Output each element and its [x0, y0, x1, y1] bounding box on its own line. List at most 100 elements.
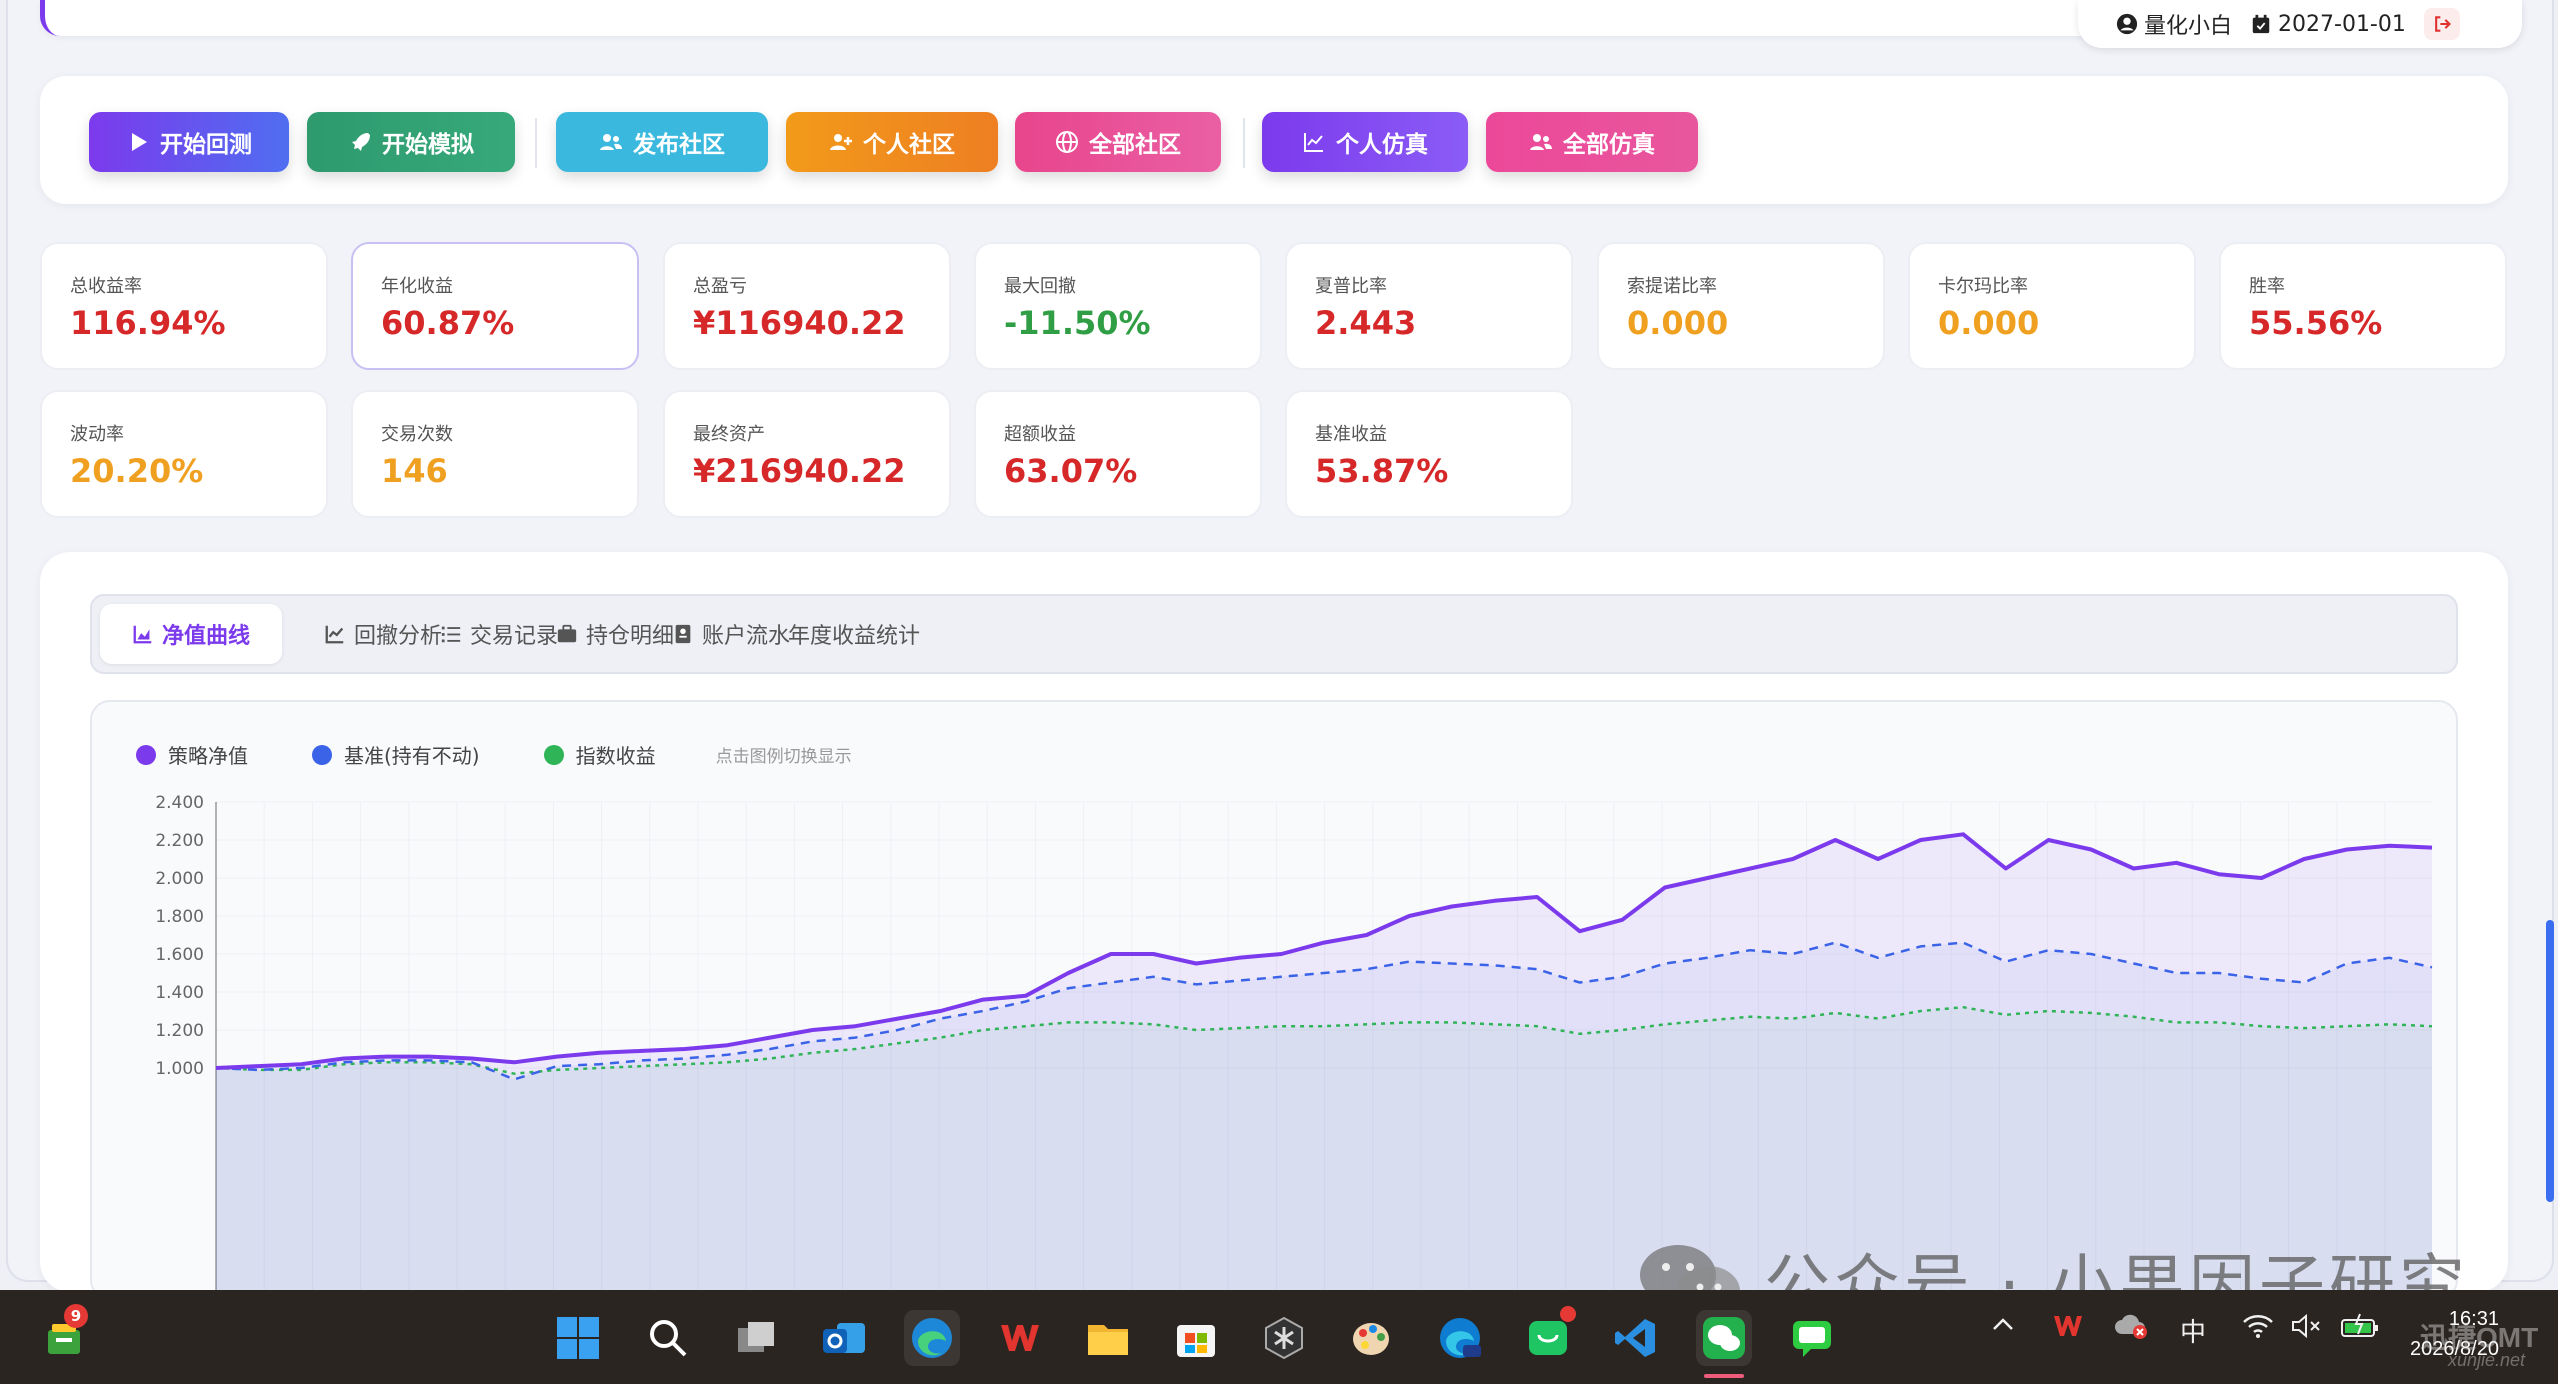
metric-value: 63.07% [1004, 452, 1138, 490]
volume-muted-icon[interactable] [2290, 1312, 2322, 1347]
y-tick-label: 1.400 [155, 983, 204, 1003]
tab-label: 净值曲线 [162, 624, 251, 649]
metric-label: 波动率 [70, 424, 124, 445]
equity-chart: 策略净值 基准(持有不动) 指数收益 点击图例切换显示 2.400 2.200 2.… [90, 700, 2458, 1300]
metric-total-return: 总收益率 116.94% [40, 242, 328, 370]
metric-volatility: 波动率 20.20% [40, 390, 328, 518]
ime-indicator[interactable]: 中 [2180, 1312, 2206, 1349]
metric-value: 146 [381, 452, 448, 490]
metric-value: 0.000 [1938, 304, 2040, 342]
header-strip [40, 0, 2160, 36]
calendar-icon [2252, 14, 2270, 34]
user-bar: 量化小白 2027-01-01 [2078, 0, 2522, 48]
metric-value: -11.50% [1004, 304, 1151, 342]
start-backtest-button[interactable]: 开始回测 [89, 112, 289, 172]
y-tick-label: 1.000 [155, 1059, 204, 1079]
list-icon [441, 626, 461, 643]
user-circle-icon [2116, 13, 2138, 35]
edge-browser-icon[interactable] [904, 1310, 960, 1366]
all-community-label: 全部社区 [1089, 132, 1181, 158]
logout-button[interactable] [2423, 8, 2460, 40]
metric-label: 最大回撤 [1004, 276, 1076, 297]
messages-icon[interactable] [1784, 1310, 1840, 1366]
metric-value: 2.443 [1315, 304, 1417, 342]
metric-sharpe: 夏普比率 2.443 [1285, 242, 1573, 370]
start-simulation-label: 开始模拟 [382, 132, 474, 158]
battery-icon[interactable] [2340, 1312, 2380, 1347]
chevron-up-icon[interactable] [1990, 1312, 2016, 1345]
personal-community-button[interactable]: 个人社区 [786, 112, 998, 172]
metric-label: 基准收益 [1315, 424, 1387, 445]
metric-label: 交易次数 [381, 424, 453, 445]
task-view-icon[interactable] [728, 1310, 784, 1366]
edge-ai-icon[interactable] [1432, 1310, 1488, 1366]
windows-start-icon[interactable] [550, 1310, 606, 1366]
line-chart-icon [325, 625, 344, 644]
user-info[interactable]: 量化小白 [2116, 8, 2232, 40]
metric-sortino: 索提诺比率 0.000 [1597, 242, 1885, 370]
current-date: 2027-01-01 [2278, 11, 2406, 37]
unity-icon[interactable] [1256, 1310, 1312, 1366]
area-chart-icon [133, 625, 152, 644]
metric-label: 夏普比率 [1315, 276, 1387, 297]
metric-label: 总收益率 [70, 276, 142, 297]
rocket-icon [352, 133, 370, 151]
username: 量化小白 [2144, 14, 2233, 39]
wps-office-icon[interactable] [992, 1310, 1048, 1366]
metric-trade-count: 交易次数 146 [351, 390, 639, 518]
notification-widget-icon[interactable]: 9 [36, 1304, 92, 1366]
metric-annual-return[interactable]: 年化收益 60.87% [351, 242, 639, 370]
taskbar: 9 中 16:31 2026/8/20 [0, 1290, 2558, 1384]
metric-label: 胜率 [2249, 276, 2285, 297]
metric-value: ¥116940.22 [693, 304, 906, 342]
y-tick-label: 2.400 [155, 793, 204, 813]
chart-line-icon [1304, 133, 1323, 152]
metric-label: 索提诺比率 [1627, 276, 1717, 297]
toolbar-divider [535, 118, 537, 168]
users-icon [1530, 134, 1552, 150]
start-simulation-button[interactable]: 开始模拟 [307, 112, 515, 172]
date-info: 2027-01-01 [2250, 12, 2406, 37]
chat-badge [1560, 1306, 1576, 1322]
tab-equity-curve[interactable]: 净值曲线 [100, 604, 283, 664]
result-tabs: 净值曲线 回撤分析 交易记录 持仓明细 账户流水 年度收益统计 [90, 594, 2458, 674]
y-tick-label: 1.800 [155, 907, 204, 927]
toolbar-divider [1243, 118, 1245, 168]
scrollbar-thumb[interactable] [2546, 920, 2554, 1202]
all-simulation-button[interactable]: 全部仿真 [1486, 112, 1698, 172]
results-panel: 净值曲线 回撤分析 交易记录 持仓明细 账户流水 年度收益统计 策略净值 基准(… [40, 552, 2508, 1300]
users-icon [600, 134, 622, 150]
wechat-taskbar-icon[interactable] [1696, 1310, 1752, 1378]
metric-max-drawdown: 最大回撤 -11.50% [974, 242, 1262, 370]
metric-benchmark-return: 基准收益 53.87% [1285, 390, 1573, 518]
paint-icon[interactable] [1344, 1310, 1400, 1366]
wps-tray-icon[interactable] [2052, 1312, 2084, 1347]
user-plus-icon [830, 134, 852, 150]
notification-badge: 9 [64, 1304, 88, 1328]
publish-community-button[interactable]: 发布社区 [556, 112, 768, 172]
cloud-sync-icon[interactable] [2114, 1312, 2148, 1347]
personal-simulation-button[interactable]: 个人仿真 [1262, 112, 1468, 172]
tab-annual-stats[interactable]: 年度收益统计 [756, 604, 952, 664]
metric-value: 0.000 [1627, 304, 1729, 342]
search-icon[interactable] [640, 1310, 696, 1366]
chat-app-icon[interactable] [1520, 1306, 1576, 1366]
briefcase-icon [557, 624, 577, 643]
metric-label: 年化收益 [381, 276, 453, 297]
metric-win-rate: 胜率 55.56% [2219, 242, 2507, 370]
publish-community-label: 发布社区 [633, 132, 725, 158]
metric-total-pnl: 总盈亏 ¥116940.22 [663, 242, 951, 370]
metric-value: 53.87% [1315, 452, 1449, 490]
wifi-icon[interactable] [2242, 1312, 2274, 1347]
chart-plot: 2.400 2.200 2.000 1.800 1.600 1.400 1.200 1.000 [155, 793, 2433, 1298]
metric-value: 60.87% [381, 304, 515, 342]
y-tick-label: 1.600 [155, 945, 204, 965]
vscode-icon[interactable] [1608, 1310, 1664, 1366]
all-community-button[interactable]: 全部社区 [1015, 112, 1221, 172]
store-icon[interactable] [1168, 1310, 1224, 1366]
outlook-icon[interactable] [816, 1310, 872, 1366]
metric-value: 116.94% [70, 304, 226, 342]
metric-value: 55.56% [2249, 304, 2383, 342]
file-explorer-icon[interactable] [1080, 1310, 1136, 1366]
metric-final-assets: 最终资产 ¥216940.22 [663, 390, 951, 518]
